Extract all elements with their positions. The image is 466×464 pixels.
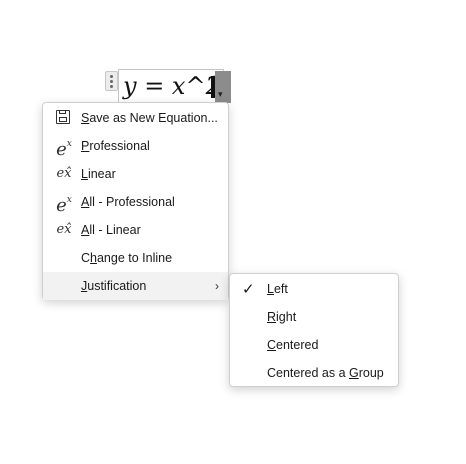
- chevron-right-icon: ›: [215, 279, 219, 293]
- menu-item-linear[interactable]: ex̂ Linear: [43, 160, 228, 188]
- linear-format-icon: ex̂: [56, 222, 72, 237]
- chevron-down-icon: ▾: [218, 89, 223, 99]
- menu-item-change-to-inline[interactable]: Change to Inline: [43, 244, 228, 272]
- submenu-item-right[interactable]: Right: [230, 303, 398, 331]
- menu-item-all-linear[interactable]: ex̂ All - Linear: [43, 216, 228, 244]
- linear-format-icon: ex̂: [56, 166, 72, 181]
- professional-format-icon: ex: [56, 195, 72, 216]
- professional-format-icon: ex: [56, 139, 72, 160]
- justification-submenu: ✓ Left Right Centered Centered as a Grou…: [229, 273, 399, 387]
- menu-item-label: All - Professional: [81, 195, 175, 209]
- menu-item-label: Professional: [81, 139, 150, 153]
- equation-context-menu: Save as New Equation... ex Professional …: [42, 102, 229, 300]
- submenu-item-label: Left: [267, 282, 288, 296]
- submenu-item-centered[interactable]: Centered: [230, 331, 398, 359]
- menu-item-label: Save as New Equation...: [81, 111, 218, 125]
- menu-item-label: Linear: [81, 167, 116, 181]
- equation-box[interactable]: y = x^2: [118, 69, 224, 103]
- menu-item-label: Justification: [81, 279, 147, 293]
- submenu-item-label: Right: [267, 310, 297, 324]
- submenu-item-label: Centered: [267, 338, 319, 352]
- equation-options-button[interactable]: ▾: [215, 71, 231, 103]
- menu-item-label: Change to Inline: [81, 251, 173, 265]
- checkmark-icon: ✓: [242, 281, 255, 298]
- menu-item-professional[interactable]: ex Professional: [43, 132, 228, 160]
- menu-item-justification[interactable]: Justification ›: [43, 272, 228, 300]
- submenu-item-left[interactable]: ✓ Left: [230, 275, 398, 303]
- submenu-item-centered-as-group[interactable]: Centered as a Group: [230, 359, 398, 387]
- save-icon: [56, 110, 70, 124]
- submenu-item-label: Centered as a Group: [267, 366, 384, 380]
- equation-text[interactable]: y = x^2: [123, 72, 221, 100]
- menu-item-all-professional[interactable]: ex All - Professional: [43, 188, 228, 216]
- drag-handle[interactable]: [105, 71, 118, 91]
- menu-item-save-as-new-equation[interactable]: Save as New Equation...: [43, 104, 228, 132]
- menu-item-label: All - Linear: [81, 223, 141, 237]
